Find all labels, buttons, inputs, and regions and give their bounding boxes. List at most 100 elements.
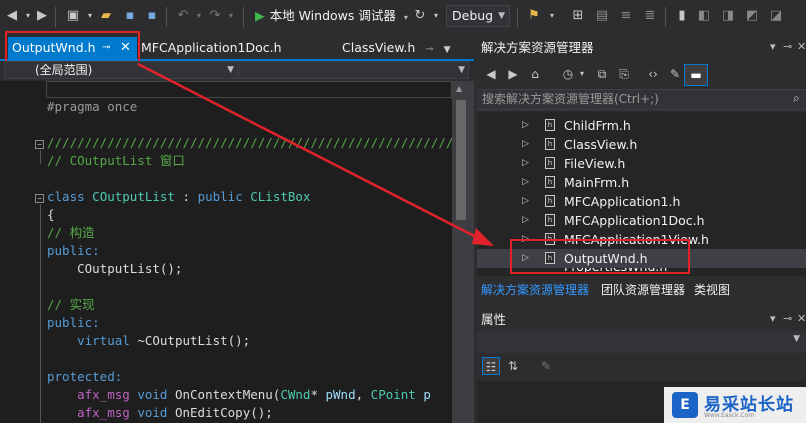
tab-mfcapplication1doc[interactable]: MFCApplication1Doc.h (141, 37, 282, 59)
panel-menu-icon[interactable]: ▾ (770, 312, 776, 325)
fold-guide (40, 204, 41, 423)
expand-arrow-icon[interactable]: ▷ (522, 135, 529, 154)
prev-folder-bookmark-icon[interactable]: ◩ (744, 8, 760, 24)
clear-bookmarks-icon[interactable]: ◪ (768, 8, 784, 24)
open-folder-icon[interactable]: ▰ (98, 8, 114, 24)
expand-arrow-icon[interactable]: ▷ (522, 192, 529, 211)
member-select[interactable]: ▼ (239, 61, 469, 79)
pin-icon[interactable]: ⊸ (783, 40, 792, 53)
tab-classview[interactable]: ClassView.h ⊸ ▼ (342, 37, 451, 59)
start-debug-button[interactable]: ▶ 本地 Windows 调试器 ▾ (255, 6, 408, 26)
comment-icon[interactable]: ≡ (618, 8, 634, 24)
code-line: protected: (47, 369, 123, 384)
home-icon[interactable]: ⌂ (527, 66, 543, 82)
save-icon[interactable]: ▪ (122, 8, 138, 24)
save-all-icon[interactable]: ▪ (144, 8, 160, 24)
outline-icon[interactable]: ⊞ (570, 8, 586, 24)
tree-item-childfrm[interactable]: ▷ h ChildFrm.h (477, 116, 806, 135)
prev-bookmark-icon[interactable]: ◧ (696, 8, 712, 24)
code-line: afx_msg void OnEditCopy(); (47, 405, 273, 420)
history-dropdown-icon[interactable]: ▾ (574, 66, 590, 82)
tab-label: 类视图 (694, 283, 731, 297)
chevron-down-icon: ▼ (227, 65, 234, 75)
tab-solution-explorer[interactable]: 解决方案资源管理器 (481, 280, 589, 300)
tree-item-mainfrm[interactable]: ▷ h MainFrm.h (477, 173, 806, 192)
header-file-icon: h (545, 138, 555, 150)
run-dropdown-icon[interactable]: ▾ (404, 13, 408, 22)
expand-arrow-icon[interactable]: ▷ (522, 116, 529, 135)
show-all-files-icon[interactable]: ⎘ (616, 66, 632, 82)
collapse-all-icon[interactable]: ⧉ (594, 66, 610, 82)
toolbar-separator (55, 7, 56, 27)
preview-selected-button[interactable]: ▬ (684, 64, 708, 86)
refresh-icon[interactable]: ↻ (412, 8, 428, 24)
solution-explorer-title: 解决方案资源管理器 (477, 37, 806, 59)
properties-wrench-icon[interactable]: ✎ (667, 66, 683, 82)
alphabetical-sort-icon[interactable]: ⇅ (504, 357, 522, 375)
code-line: public: (47, 315, 100, 330)
tree-item-fileview[interactable]: ▷ h FileView.h (477, 154, 806, 173)
code-line: ////////////////////////////////////////… (47, 135, 452, 150)
watermark-logo-icon: E (672, 392, 698, 418)
next-bookmark-icon[interactable]: ◨ (720, 8, 736, 24)
config-value: Debug (452, 8, 494, 23)
code-line: afx_msg void OnContextMenu(CWnd* pWnd, C… (47, 387, 431, 402)
tab-team-explorer[interactable]: 团队资源管理器 (601, 280, 685, 300)
fold-toggle[interactable]: − (35, 194, 44, 203)
scope-select[interactable]: (全局范围) ▼ (4, 61, 238, 79)
forward-icon[interactable]: ▶ (34, 8, 50, 24)
refresh-dropdown-icon[interactable]: ▾ (428, 8, 444, 24)
uncomment-icon[interactable]: ≣ (642, 8, 658, 24)
code-line: public: (47, 243, 100, 258)
find-files-icon[interactable]: ⚑ (526, 8, 542, 24)
tree-item-mfcapplication1[interactable]: ▷ h MFCApplication1.h (477, 192, 806, 211)
toolbar-separator (166, 7, 167, 27)
panel-menu-icon[interactable]: ▾ (770, 40, 776, 53)
expand-arrow-icon[interactable]: ▷ (522, 154, 529, 173)
toolbar-separator (665, 7, 666, 27)
toolbar-separator (243, 7, 244, 27)
tree-item-label: MFCApplication1Doc.h (564, 213, 705, 228)
solution-search-input[interactable]: 搜索解决方案资源管理器(Ctrl+;) (477, 89, 806, 110)
properties-toolbar (477, 353, 806, 379)
back-icon[interactable]: ◀ (483, 66, 499, 82)
pin-icon[interactable]: ⊸ (783, 312, 792, 325)
header-file-icon: h (545, 195, 555, 207)
redo-dropdown-icon[interactable]: ▾ (223, 8, 239, 24)
properties-object-select[interactable]: ▼ (477, 331, 806, 353)
current-line-highlight (46, 81, 452, 98)
fold-guide (40, 150, 41, 164)
undo-icon[interactable]: ↶ (175, 8, 191, 24)
config-select[interactable]: Debug ▼ (446, 5, 510, 27)
expand-arrow-icon[interactable]: ▷ (522, 173, 529, 192)
align-icon[interactable]: ▤ (594, 8, 610, 24)
redo-icon[interactable]: ↷ (207, 8, 223, 24)
tree-item-classview[interactable]: ▷ h ClassView.h (477, 135, 806, 154)
main-toolbar: ◀ ▾ ▶ ▣ ▾ ▰ ▪ ▪ ↶ ▾ ↷ ▾ ▶ 本地 Windows 调试器 … (0, 0, 806, 34)
view-code-icon[interactable]: ‹› (645, 66, 661, 82)
property-pages-icon[interactable]: ✎ (537, 357, 555, 375)
tree-item-label: MFCApplication1.h (564, 194, 681, 209)
forward-icon[interactable]: ▶ (505, 66, 521, 82)
search-icon[interactable]: ⌕ (793, 91, 800, 106)
tree-item-mfcapplication1doc[interactable]: ▷ h MFCApplication1Doc.h (477, 211, 806, 230)
scrollbar-thumb[interactable] (456, 100, 466, 220)
categorized-icon[interactable]: ☷ (482, 357, 500, 375)
close-icon[interactable]: ✕ (797, 40, 806, 53)
bookmark-icon[interactable]: ▮ (674, 8, 690, 24)
code-line: { (47, 207, 55, 222)
find-dropdown-icon[interactable]: ▾ (544, 8, 560, 24)
pin-icon[interactable]: ⊸ (425, 44, 433, 55)
new-dropdown-icon[interactable]: ▾ (82, 8, 98, 24)
new-project-icon[interactable]: ▣ (65, 8, 81, 24)
tab-list-dropdown-icon[interactable]: ▼ (444, 45, 451, 55)
header-file-icon: h (545, 157, 555, 169)
tab-class-view[interactable]: 类视图 (694, 280, 730, 300)
expand-arrow-icon[interactable]: ▷ (522, 211, 529, 230)
close-icon[interactable]: ✕ (797, 312, 806, 325)
editor-margin (0, 81, 26, 423)
undo-dropdown-icon[interactable]: ▾ (191, 8, 207, 24)
scroll-up-icon[interactable]: ▲ (456, 84, 462, 93)
back-icon[interactable]: ◀ (4, 8, 20, 24)
fold-toggle[interactable]: − (35, 140, 44, 149)
